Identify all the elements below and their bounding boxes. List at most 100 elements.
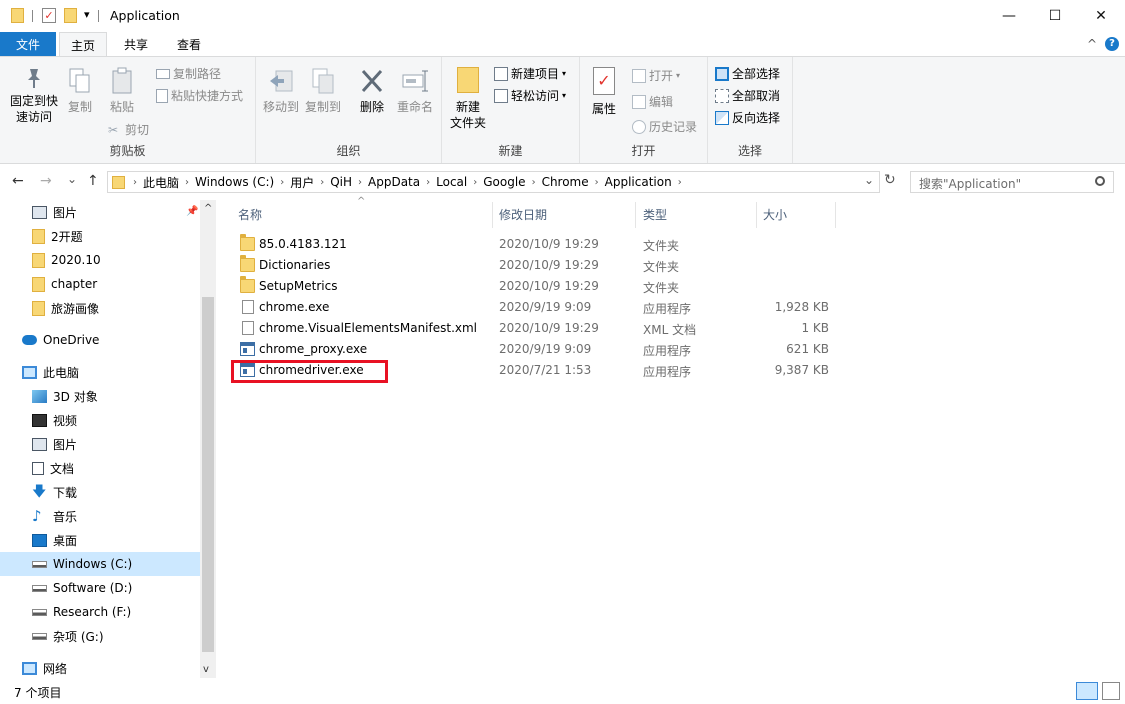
qat-dropdown-icon[interactable]: ▾ [84, 8, 90, 21]
tab-home[interactable]: 主页 [59, 32, 107, 57]
breadcrumb-chevron-icon[interactable]: › [678, 177, 682, 188]
column-divider[interactable] [492, 202, 493, 228]
open-button[interactable]: 打开 ▾ [632, 67, 680, 84]
address-folder-icon [112, 175, 125, 189]
pin-to-quick-access-button[interactable]: 固定到快 速访问 [6, 67, 62, 125]
nav-item[interactable]: Software (D:) [0, 576, 200, 600]
breadcrumb-item[interactable]: 此电脑 [143, 174, 179, 191]
nav-item[interactable]: 旅游画像 [0, 296, 200, 320]
nav-item[interactable]: OneDrive [0, 328, 200, 352]
move-to-button[interactable]: 移动到 [260, 67, 302, 115]
nav-item[interactable]: ♪ 音乐 [0, 504, 200, 528]
new-folder-qat-icon[interactable] [64, 8, 77, 23]
history-button[interactable]: 历史记录 [632, 118, 697, 135]
new-folder-button[interactable]: 新建 文件夹 [446, 67, 490, 131]
file-row[interactable]: Dictionaries 2020/10/9 19:29 文件夹 [230, 255, 850, 276]
nav-item[interactable]: 3D 对象 [0, 384, 200, 408]
paste-button[interactable]: 粘贴 [104, 67, 140, 115]
nav-item[interactable]: 文档 [0, 456, 200, 480]
tab-view[interactable]: 查看 [164, 32, 214, 56]
nav-item-label: 图片 [53, 205, 78, 220]
new-item-button[interactable]: 新建项目 ▾ [494, 65, 566, 82]
large-icons-view-icon[interactable] [1102, 682, 1120, 700]
copy-to-button[interactable]: 复制到 [302, 67, 344, 115]
nav-item[interactable]: 2开题 [0, 224, 200, 248]
forward-button[interactable]: → [40, 173, 52, 189]
edit-button[interactable]: 编辑 [632, 93, 673, 110]
breadcrumb-item[interactable]: QiH [330, 175, 352, 189]
tab-file[interactable]: 文件 [0, 32, 56, 56]
column-divider[interactable] [756, 202, 757, 228]
file-row[interactable]: chrome_proxy.exe 2020/9/19 9:09 应用程序 621 KB [230, 339, 850, 360]
column-header-date[interactable]: 修改日期 [499, 206, 547, 223]
delete-button[interactable]: 删除 [354, 67, 390, 115]
cut-button[interactable]: ✂ 剪切 [108, 121, 149, 138]
details-view-icon[interactable] [1076, 682, 1098, 700]
breadcrumb-chevron-icon[interactable]: › [320, 177, 324, 188]
file-row[interactable]: 85.0.4183.121 2020/10/9 19:29 文件夹 [230, 234, 850, 255]
file-row[interactable]: chrome.VisualElementsManifest.xml 2020/10… [230, 318, 850, 339]
breadcrumb-chevron-icon[interactable]: › [532, 177, 536, 188]
breadcrumb-item[interactable]: 用户 [290, 174, 314, 191]
column-divider[interactable] [635, 202, 636, 228]
breadcrumb-item[interactable]: Google [483, 175, 525, 189]
back-button[interactable]: ← [12, 173, 24, 189]
breadcrumb-item[interactable]: Application [605, 175, 672, 189]
breadcrumb-item[interactable]: AppData [368, 175, 420, 189]
nav-item[interactable]: 网络 [0, 656, 200, 680]
nav-item[interactable]: 视频 [0, 408, 200, 432]
nav-item[interactable]: Windows (C:) [0, 552, 200, 576]
column-header-size[interactable]: 大小 [763, 206, 787, 223]
breadcrumb-chevron-icon[interactable]: › [473, 177, 477, 188]
properties-icon: ✓ [593, 67, 615, 95]
easy-access-button[interactable]: 轻松访问 ▾ [494, 87, 566, 104]
nav-scrollbar-thumb[interactable] [202, 297, 214, 652]
up-button[interactable]: ↑ [87, 173, 99, 189]
nav-item[interactable]: 🡇 下载 [0, 480, 200, 504]
minimize-button[interactable]: — [986, 0, 1032, 31]
nav-item[interactable]: 图片 [0, 432, 200, 456]
select-none-button[interactable]: 全部取消 [715, 87, 780, 104]
nav-item[interactable]: 2020.10 [0, 248, 200, 272]
nav-item[interactable]: 杂项 (G:) [0, 624, 200, 648]
breadcrumb-item[interactable]: Local [436, 175, 467, 189]
maximize-button[interactable]: ☐ [1032, 0, 1078, 31]
nav-item[interactable]: chapter [0, 272, 200, 296]
file-row[interactable]: SetupMetrics 2020/10/9 19:29 文件夹 [230, 276, 850, 297]
nav-item[interactable]: 桌面 [0, 528, 200, 552]
breadcrumb-item[interactable]: Chrome [542, 175, 589, 189]
rename-button[interactable]: 重命名 [394, 67, 436, 115]
help-icon[interactable]: ? [1105, 37, 1119, 51]
search-input[interactable]: 搜索"Application" [910, 171, 1114, 193]
column-header-name[interactable]: 名称 [238, 206, 262, 223]
breadcrumb-chevron-icon[interactable]: › [280, 177, 284, 188]
nav-item[interactable]: Research (F:) [0, 600, 200, 624]
paste-shortcut-button[interactable]: 粘贴快捷方式 [156, 87, 243, 104]
scroll-down-icon[interactable]: v [203, 664, 209, 675]
copy-button[interactable]: 复制 [62, 67, 98, 115]
breadcrumb-chevron-icon[interactable]: › [426, 177, 430, 188]
breadcrumb-item[interactable]: Windows (C:) [195, 175, 274, 189]
nav-item[interactable]: 此电脑 [0, 360, 200, 384]
breadcrumb-chevron-icon[interactable]: › [185, 177, 189, 188]
properties-qat-icon[interactable]: ✓ [42, 8, 56, 23]
nav-item[interactable]: 图片 [0, 200, 200, 224]
refresh-button[interactable]: ↻ [884, 172, 896, 188]
address-dropdown-button[interactable]: ⌄ [864, 173, 874, 187]
invert-selection-button[interactable]: 反向选择 [715, 109, 780, 126]
column-divider[interactable] [835, 202, 836, 228]
tab-share[interactable]: 共享 [110, 32, 162, 56]
close-button[interactable]: ✕ [1078, 0, 1124, 31]
collapse-ribbon-icon[interactable]: ^ [1087, 37, 1097, 51]
address-bar[interactable]: › 此电脑 › Windows (C:) › 用户 › QiH › AppData › Local ›… [107, 171, 880, 193]
recent-locations-button[interactable]: ⌄ [67, 172, 77, 186]
breadcrumb-chevron-icon[interactable]: › [358, 177, 362, 188]
select-all-button[interactable]: 全部选择 [715, 65, 780, 82]
highlight-box [231, 360, 388, 383]
breadcrumb-chevron-icon[interactable]: › [595, 177, 599, 188]
scroll-up-icon[interactable]: ^ [204, 203, 212, 214]
file-row[interactable]: chrome.exe 2020/9/19 9:09 应用程序 1,928 KB [230, 297, 850, 318]
column-header-type[interactable]: 类型 [643, 206, 667, 223]
properties-button[interactable]: ✓ 属性 [586, 67, 622, 117]
copy-path-button[interactable]: 复制路径 [156, 65, 221, 82]
